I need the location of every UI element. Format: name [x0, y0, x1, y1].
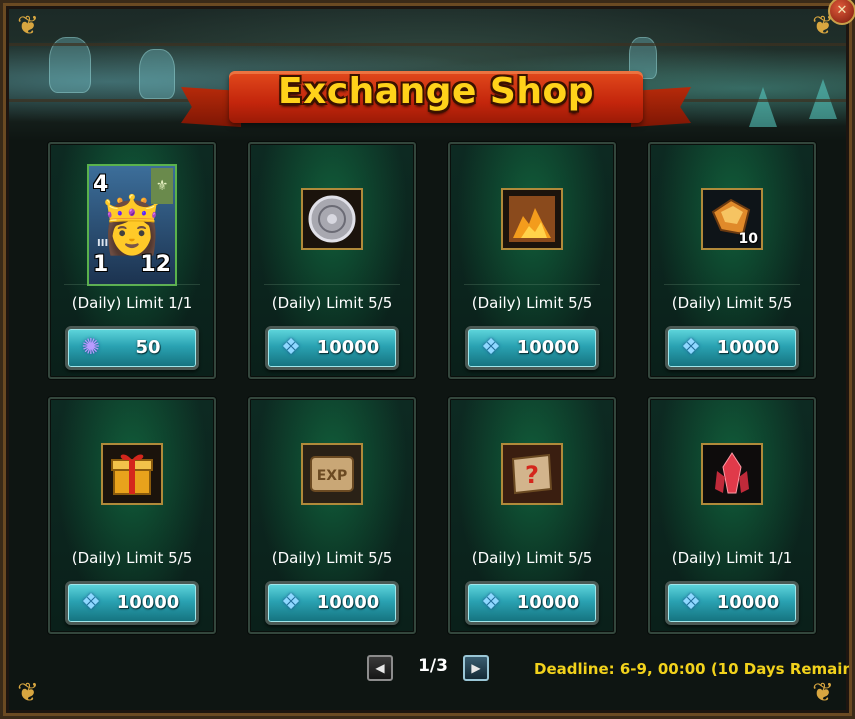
buy-button[interactable]: ❖ 10000: [65, 581, 199, 625]
blue-crystal-icon: ❖: [481, 590, 501, 615]
prev-page-button[interactable]: ◀: [367, 655, 393, 681]
blue-crystal-icon: ❖: [281, 335, 301, 360]
silver-coin-icon: [303, 190, 361, 248]
item-quantity: 10: [738, 231, 758, 247]
arrow-left-icon: ◀: [375, 661, 385, 675]
price-label: 10000: [716, 592, 780, 613]
card-divider: [664, 284, 800, 285]
shop-item-card: 👸 4 1 12 III ⚜ (Daily) Limit 1/1 ✺ 50: [48, 142, 216, 379]
hero-rank: III: [97, 238, 109, 249]
shop-item-card: (Daily) Limit 5/5 ❖ 10000: [248, 142, 416, 379]
purchase-limit: (Daily) Limit 5/5: [271, 294, 393, 312]
corner-ornament-icon: ❦: [812, 678, 834, 708]
shelf-line: [9, 43, 846, 46]
exp-scroll-item[interactable]: EXP: [301, 443, 363, 505]
shop-item-card: (Daily) Limit 1/1 ❖ 10000: [648, 397, 816, 634]
blue-crystal-icon: ❖: [81, 590, 101, 615]
buy-button[interactable]: ✺ 50: [65, 326, 199, 370]
hero-card-item[interactable]: 👸 4 1 12 III ⚜: [87, 164, 177, 286]
card-divider: [264, 284, 400, 285]
shop-item-card: ? (Daily) Limit 5/5 ❖ 10000: [448, 397, 616, 634]
svg-text:EXP: EXP: [317, 468, 348, 484]
mystery-scroll-item[interactable]: ?: [501, 443, 563, 505]
ore-chunk-item[interactable]: 10: [701, 188, 763, 250]
blue-crystal-icon: ❖: [481, 335, 501, 360]
buy-button[interactable]: ❖ 10000: [265, 581, 399, 625]
shop-item-card: EXP (Daily) Limit 5/5 ❖ 10000: [248, 397, 416, 634]
arrow-right-icon: ▶: [471, 661, 481, 675]
page-indicator: 1/3: [418, 656, 448, 676]
mystery-scroll-icon: ?: [503, 445, 561, 503]
hero-stat-bottom-right: 12: [140, 252, 171, 277]
bottle-decoration: [139, 49, 175, 99]
card-divider: [64, 284, 200, 285]
purchase-limit: (Daily) Limit 5/5: [71, 549, 193, 567]
close-icon: ✕: [836, 3, 848, 18]
shop-item-card: 10 (Daily) Limit 5/5 ❖ 10000: [648, 142, 816, 379]
price-label: 10000: [316, 592, 380, 613]
exp-scroll-icon: EXP: [303, 445, 361, 503]
next-page-button[interactable]: ▶: [463, 655, 489, 681]
buy-button[interactable]: ❖ 10000: [665, 326, 799, 370]
red-crystal-icon: [703, 445, 761, 503]
shop-item-card: (Daily) Limit 5/5 ❖ 10000: [48, 397, 216, 634]
shop-item-card: (Daily) Limit 5/5 ❖ 10000: [448, 142, 616, 379]
hero-stat-bottom-left: 1: [93, 252, 109, 277]
fire-scroll-item[interactable]: [501, 188, 563, 250]
price-label: 50: [135, 337, 161, 358]
blue-crystal-icon: ❖: [281, 590, 301, 615]
page-title: Exchange Shop: [278, 71, 594, 112]
blue-crystal-icon: ❖: [681, 590, 701, 615]
purchase-limit: (Daily) Limit 5/5: [671, 294, 793, 312]
purchase-limit: (Daily) Limit 5/5: [471, 549, 593, 567]
buy-button[interactable]: ❖ 10000: [665, 581, 799, 625]
price-label: 10000: [716, 337, 780, 358]
hero-stat-top-left: 4: [93, 172, 109, 197]
price-label: 10000: [516, 337, 580, 358]
price-label: 10000: [116, 592, 180, 613]
purchase-limit: (Daily) Limit 5/5: [271, 549, 393, 567]
purchase-limit: (Daily) Limit 1/1: [671, 549, 793, 567]
corner-ornament-icon: ❦: [17, 11, 39, 41]
deadline-text: Deadline: 6-9, 00:00 (10 Days Remaining: [534, 660, 849, 678]
gift-box-icon: [103, 445, 161, 503]
buy-button[interactable]: ❖ 10000: [465, 581, 599, 625]
purple-gem-icon: ✺: [81, 335, 101, 360]
corner-ornament-icon: ❦: [17, 678, 39, 708]
fire-scroll-icon: [503, 190, 561, 248]
card-divider: [464, 284, 600, 285]
gift-box-item[interactable]: [101, 443, 163, 505]
title-banner: Exchange Shop: [181, 61, 691, 141]
price-label: 10000: [316, 337, 380, 358]
silver-coin-item[interactable]: [301, 188, 363, 250]
crystal-decoration: [749, 87, 777, 127]
svg-text:?: ?: [525, 461, 539, 489]
close-button[interactable]: ✕: [828, 0, 855, 25]
exchange-shop-window: ❦ ❦ ❦ ❦ ✕ Exchange Shop 👸 4 1 12 III ⚜ (…: [0, 0, 855, 719]
buy-button[interactable]: ❖ 10000: [265, 326, 399, 370]
purchase-limit: (Daily) Limit 5/5: [471, 294, 593, 312]
purchase-limit: (Daily) Limit 1/1: [71, 294, 193, 312]
red-crystal-item[interactable]: [701, 443, 763, 505]
blue-crystal-icon: ❖: [681, 335, 701, 360]
price-label: 10000: [516, 592, 580, 613]
buy-button[interactable]: ❖ 10000: [465, 326, 599, 370]
fleur-de-lis-icon: ⚜: [151, 168, 173, 204]
